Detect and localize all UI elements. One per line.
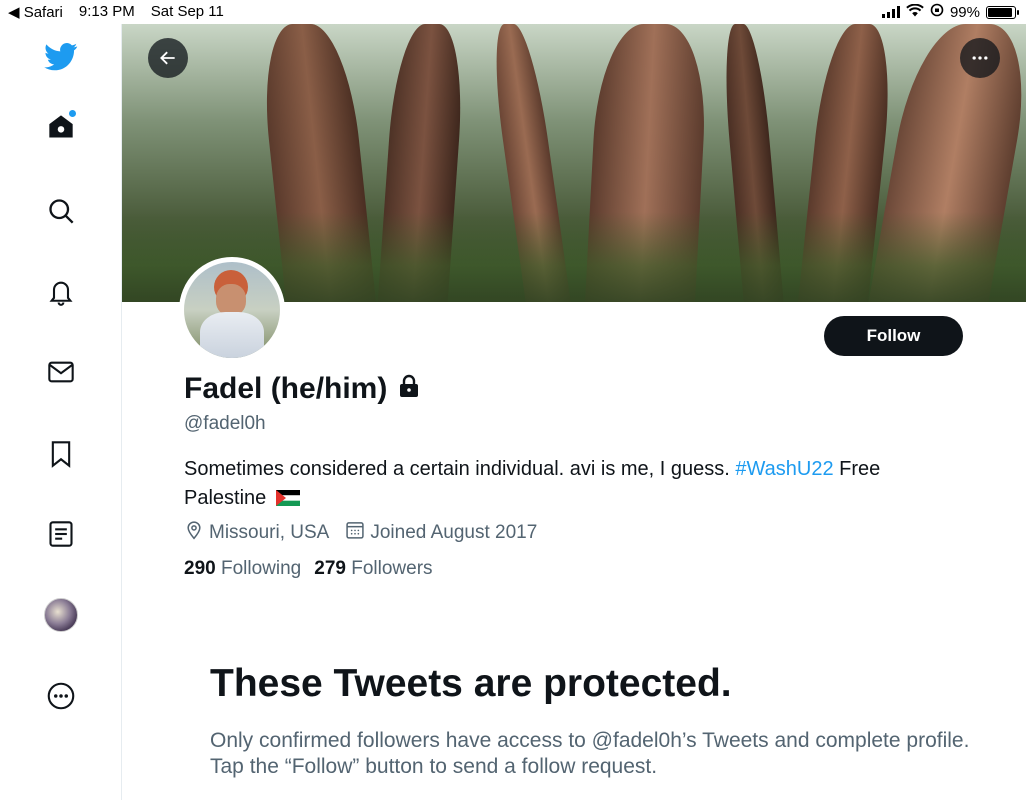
messages-mail-icon[interactable] bbox=[36, 347, 86, 397]
followers-count: 279 bbox=[314, 558, 346, 579]
protected-tweets-heading: These Tweets are protected. bbox=[210, 662, 732, 705]
calendar-icon bbox=[345, 520, 365, 546]
bio-text: Sometimes considered a certain individua… bbox=[184, 458, 730, 480]
notifications-bell-icon[interactable] bbox=[36, 267, 86, 317]
battery-percent: 99% bbox=[949, 3, 980, 21]
following-count: 290 bbox=[184, 558, 216, 579]
profile-banner-image[interactable] bbox=[122, 24, 1026, 302]
location-pin-icon bbox=[184, 520, 204, 546]
sidebar-nav bbox=[0, 24, 122, 800]
lists-icon[interactable] bbox=[36, 509, 86, 559]
profile-counts: 290 Following 279 Followers bbox=[184, 558, 433, 580]
followers-link[interactable]: 279 Followers bbox=[314, 558, 432, 580]
protected-tweets-message: Only confirmed followers have access to … bbox=[210, 729, 970, 778]
more-icon[interactable] bbox=[36, 671, 86, 721]
follow-button[interactable]: Follow bbox=[824, 316, 963, 356]
back-to-app[interactable]: ◀ Safari bbox=[8, 3, 63, 21]
orientation-lock-icon bbox=[930, 3, 944, 21]
bio-text-line2: Palestine bbox=[184, 487, 267, 509]
profile-avatar[interactable] bbox=[36, 590, 86, 640]
profile-location: Missouri, USA bbox=[209, 522, 330, 543]
palestine-flag-emoji bbox=[275, 486, 300, 515]
status-bar: ◀ Safari 9:13 PM Sat Sep 11 99% bbox=[0, 0, 1026, 24]
home-icon[interactable] bbox=[36, 102, 86, 152]
profile-display-name: Fadel (he/him) bbox=[184, 372, 388, 405]
more-options-button[interactable] bbox=[960, 38, 1000, 78]
back-button[interactable] bbox=[148, 38, 188, 78]
profile-handle: @fadel0h bbox=[184, 413, 266, 434]
profile-joined-date: Joined August 2017 bbox=[370, 522, 538, 543]
battery-icon bbox=[986, 5, 1019, 19]
cellular-signal-icon bbox=[881, 6, 900, 18]
wifi-icon bbox=[906, 3, 924, 21]
profile-bio: Sometimes considered a certain individua… bbox=[184, 455, 984, 515]
twitter-logo-icon[interactable] bbox=[36, 32, 86, 82]
status-date: Sat Sep 11 bbox=[150, 3, 224, 20]
profile-meta: Missouri, USA Joined August 2017 bbox=[184, 520, 537, 546]
bookmarks-icon[interactable] bbox=[36, 429, 86, 479]
profile-avatar-large[interactable] bbox=[179, 257, 285, 363]
profile-name-row: Fadel (he/him) bbox=[184, 372, 421, 406]
bio-hashtag-link[interactable]: #WashU22 bbox=[735, 458, 833, 480]
search-icon[interactable] bbox=[36, 186, 86, 236]
bio-text-tail: Free bbox=[839, 458, 881, 480]
following-link[interactable]: 290 Following bbox=[184, 558, 301, 580]
following-label: Following bbox=[220, 558, 302, 579]
followers-label: Followers bbox=[351, 558, 433, 579]
status-time: 9:13 PM bbox=[78, 3, 135, 20]
home-notification-dot bbox=[69, 110, 76, 117]
protected-lock-icon bbox=[397, 372, 421, 406]
